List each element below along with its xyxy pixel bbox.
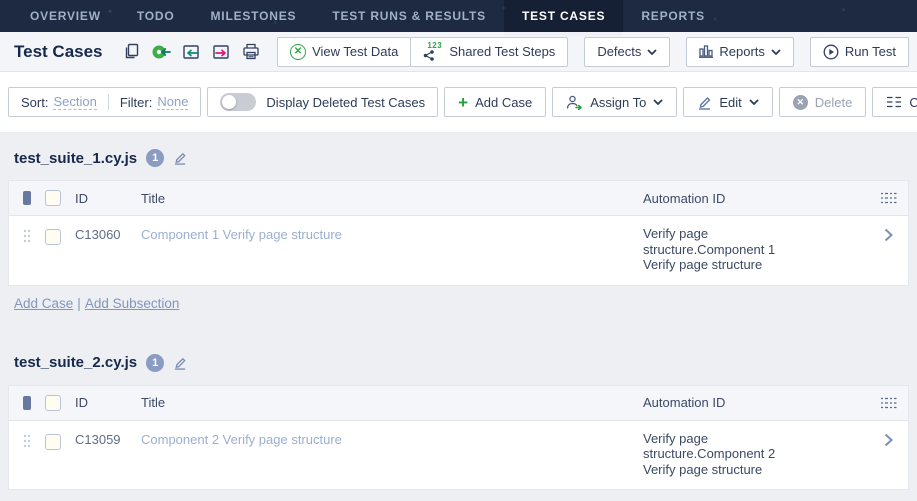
deleted-toggle-group: Display Deleted Test Cases xyxy=(207,87,438,117)
automation-id-value: Verify page structure.Component 1 Verify… xyxy=(643,226,805,273)
row-checkbox[interactable] xyxy=(45,229,61,245)
filter-value-link[interactable]: None xyxy=(157,94,188,110)
pencil-icon xyxy=(697,95,712,110)
case-id: C13059 xyxy=(75,432,121,447)
nav-tab-reports[interactable]: REPORTS xyxy=(623,0,723,32)
play-circle-icon xyxy=(823,44,839,60)
defects-dropdown[interactable]: Defects xyxy=(584,37,670,67)
select-column-icon xyxy=(23,191,31,205)
column-settings-icon[interactable] xyxy=(880,192,897,204)
display-deleted-label: Display Deleted Test Cases xyxy=(266,95,425,110)
add-case-button[interactable]: + Add Case xyxy=(444,87,546,117)
assign-person-icon xyxy=(566,95,583,110)
case-id: C13060 xyxy=(75,227,121,242)
nav-tab-overview[interactable]: OVERVIEW xyxy=(12,0,119,32)
column-header-id[interactable]: ID xyxy=(75,191,141,206)
section-header: test_suite_1.cy.js 1 xyxy=(14,146,909,170)
column-header-title[interactable]: Title xyxy=(141,191,643,206)
select-all-checkbox[interactable] xyxy=(45,395,61,411)
chevron-right-icon[interactable] xyxy=(884,433,893,447)
plus-icon: + xyxy=(458,94,468,111)
import-automation-icon[interactable] xyxy=(151,42,171,62)
case-title-link[interactable]: Component 1 Verify page structure xyxy=(141,227,342,242)
case-count-badge: 1 xyxy=(146,354,164,372)
section-name: test_suite_1.cy.js xyxy=(14,150,137,167)
bar-chart-icon xyxy=(699,45,713,58)
nav-tab-test-cases[interactable]: TEST CASES xyxy=(504,0,623,32)
column-header-automation-id[interactable]: Automation ID xyxy=(643,395,868,410)
cases-table: ID Title Automation ID C13060 Component … xyxy=(8,180,909,286)
sort-label: Sort: xyxy=(21,95,48,110)
copy-icon[interactable] xyxy=(121,42,141,62)
section-footer-links: Add Case | Add Subsection xyxy=(8,286,909,321)
select-all-checkbox[interactable] xyxy=(45,190,61,206)
print-icon[interactable] xyxy=(241,42,261,62)
cases-table: ID Title Automation ID C13059 Component … xyxy=(8,385,909,491)
add-case-link[interactable]: Add Case xyxy=(14,296,73,311)
nav-tab-todo[interactable]: TODO xyxy=(119,0,193,32)
sort-filter-group: Sort: Section Filter: None xyxy=(8,87,201,117)
add-subsection-link[interactable]: Add Subsection xyxy=(85,296,180,311)
chevron-down-icon xyxy=(653,99,663,105)
column-header-automation-id[interactable]: Automation ID xyxy=(643,191,868,206)
delete-button[interactable]: ✕ Delete xyxy=(779,87,867,117)
column-settings-icon[interactable] xyxy=(880,397,897,409)
table-row[interactable]: C13059 Component 2 Verify page structure… xyxy=(9,421,908,490)
chevron-down-icon xyxy=(771,49,781,55)
row-checkbox[interactable] xyxy=(45,434,61,450)
table-header-row: ID Title Automation ID xyxy=(9,181,908,216)
import-cases-icon[interactable] xyxy=(181,42,201,62)
table-header-row: ID Title Automation ID xyxy=(9,386,908,421)
column-header-id[interactable]: ID xyxy=(75,395,141,410)
shared-steps-icon: 123 xyxy=(423,42,443,61)
test-cases-content: test_suite_1.cy.js 1 ID Title Automation… xyxy=(0,132,917,501)
nav-tab-test-runs-results[interactable]: TEST RUNS & RESULTS xyxy=(314,0,504,32)
delete-x-icon: ✕ xyxy=(793,95,808,110)
columns-icon xyxy=(886,96,902,108)
page-header: Test Cases xyxy=(0,32,917,72)
section-name: test_suite_2.cy.js xyxy=(14,354,137,371)
case-count-badge: 1 xyxy=(146,149,164,167)
toolbar-band: Sort: Section Filter: None Display Delet… xyxy=(0,72,917,132)
section-gap xyxy=(8,321,909,345)
toolbar: Sort: Section Filter: None Display Delet… xyxy=(8,87,909,117)
section-footer-links: Add Case|Add Subsection xyxy=(8,490,909,501)
assign-to-dropdown[interactable]: Assign To xyxy=(552,87,677,117)
chevron-down-icon xyxy=(647,49,657,55)
select-column-icon xyxy=(23,396,31,410)
drag-handle-icon[interactable] xyxy=(23,434,31,448)
case-title-link[interactable]: Component 2 Verify page structure xyxy=(141,432,342,447)
circled-x-icon: ✕ xyxy=(290,44,306,60)
sort-value-link[interactable]: Section xyxy=(53,94,96,110)
filter-label: Filter: xyxy=(120,95,153,110)
links-separator: | xyxy=(77,296,81,311)
nav-tab-milestones[interactable]: MILESTONES xyxy=(193,0,315,32)
edit-section-icon[interactable] xyxy=(173,151,187,165)
display-deleted-toggle[interactable] xyxy=(220,93,256,111)
chevron-right-icon[interactable] xyxy=(884,228,893,242)
shared-test-steps-button[interactable]: 123 Shared Test Steps xyxy=(410,37,568,67)
header-button-group: ✕ View Test Data 123 Shared Test Steps xyxy=(277,37,568,67)
table-row[interactable]: C13060 Component 1 Verify page structure… xyxy=(9,216,908,285)
chevron-down-icon xyxy=(749,99,759,105)
export-cases-icon[interactable] xyxy=(211,42,231,62)
automation-id-value: Verify page structure.Component 2 Verify… xyxy=(643,431,805,478)
columns-button[interactable]: Columns xyxy=(872,87,917,117)
run-test-button[interactable]: Run Test xyxy=(810,37,909,67)
divider xyxy=(108,94,109,110)
section-header: test_suite_2.cy.js 1 xyxy=(14,351,909,375)
edit-section-icon[interactable] xyxy=(173,356,187,370)
drag-handle-icon[interactable] xyxy=(23,229,31,243)
top-nav: OVERVIEW TODO MILESTONES TEST RUNS & RES… xyxy=(0,0,917,32)
header-actions: ✕ View Test Data 123 Shared Test Steps D… xyxy=(121,37,909,67)
view-test-data-button[interactable]: ✕ View Test Data xyxy=(277,37,411,67)
edit-dropdown[interactable]: Edit xyxy=(683,87,772,117)
reports-dropdown[interactable]: Reports xyxy=(686,37,794,67)
page-title: Test Cases xyxy=(14,42,103,62)
column-header-title[interactable]: Title xyxy=(141,395,643,410)
